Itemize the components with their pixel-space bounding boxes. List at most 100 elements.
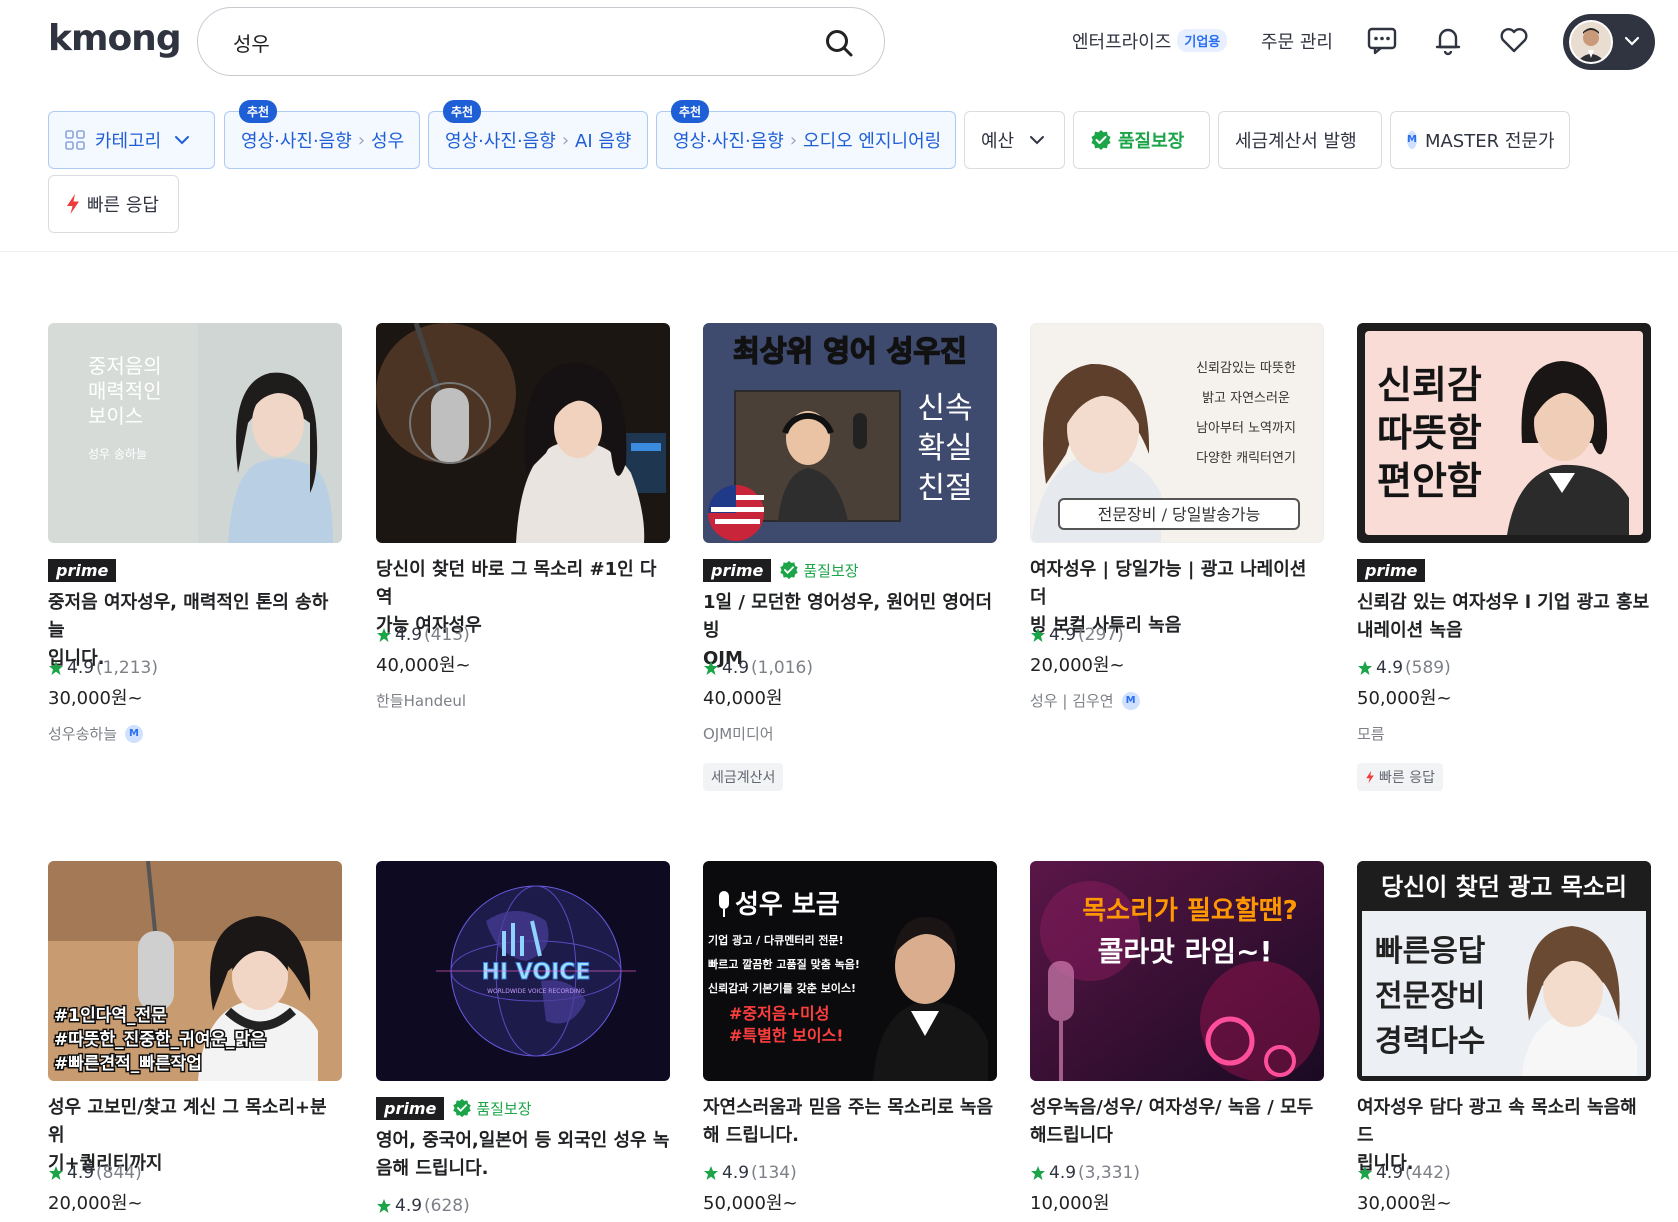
seller-label: 모름 [1357,725,1385,743]
lightning-icon [67,194,79,214]
gig-title-line: 해 드립니다. [703,1125,799,1146]
filter-bar: 카테고리 추천 영상·사진·음향 › 성우 추천 영상·사진·음향 › AI 음향 추천… [0,100,1678,252]
review-count: (589) [1405,658,1451,678]
thumb-text: 확실 [917,431,972,466]
thumb-text: 당신이 찾던 광고 목소리 [1381,873,1627,901]
seller-name[interactable]: 성우송하늘 M [48,723,144,744]
recommended-tag: 추천 [443,100,482,123]
profile-menu[interactable] [1563,14,1655,70]
chevron-down-icon [1030,136,1045,145]
thumb-text: 친절 [917,471,972,506]
quality-badge: 품질보장 [452,1098,532,1119]
tag-label: 빠른 응답 [1379,770,1435,786]
gig-title-line: 해드립니다 [1030,1125,1113,1146]
gig-thumbnail[interactable]: 성우 보금 기업 광고 / 다큐멘터리 전문! 빠르고 깔끔한 고품질 맞춤 녹… [703,861,997,1081]
recommended-tag: 추천 [239,100,278,123]
master-label: MASTER 전문가 [1424,131,1555,152]
gig-price: 20,000원~ [1030,655,1125,676]
quality-label: 품질보장 [803,561,859,580]
chat-icon[interactable] [1366,24,1398,56]
master-badge-icon: M [125,724,144,743]
thumb-text: 기업 광고 / 다큐멘터리 전문! [708,933,844,947]
gig-title-line: 신뢰감 있는 여자성우 l 기업 광고 홍보 [1357,592,1650,613]
thumb-text: WORLDWIDE VOICE RECORDING [487,988,585,995]
thumb-text: 콜라맛 라임~! [1098,935,1273,968]
thumb-text: 경력다수 [1375,1024,1485,1059]
gig-price: 40,000원 [703,688,783,709]
kmong-logo[interactable]: kmong [48,18,182,59]
filter-category-label: 영상·사진·음향 [673,131,784,152]
review-count: (134) [751,1163,797,1183]
gig-price: 30,000원~ [1357,1193,1452,1214]
seller-name[interactable]: 한들Handeul [376,690,466,711]
fast-label: 빠른 응답 [87,195,159,216]
thumb-text: 목소리가 필요할땐? [1082,896,1298,926]
rating-value: 4.9 [67,1163,95,1183]
quality-check-icon [780,560,799,580]
seller-name[interactable]: 모름 [1357,723,1385,744]
review-count: (3,331) [1078,1163,1140,1183]
gig-thumbnail[interactable]: 신뢰감있는 따뜻한 밝고 자연스러운 남아부터 노역까지 다양한 캐릭터연기 전… [1030,323,1324,543]
recommended-filter-audio-engineering[interactable]: 추천 영상·사진·음향 › 오디오 엔지니어링 [656,100,956,169]
card-badges: prime [48,556,117,584]
filter-sub-label: AI 음향 [575,131,632,152]
gig-title[interactable]: 자연스러움과 믿음 주는 목소리로 녹음 해 드립니다. [703,1094,997,1150]
seller-name[interactable]: 성우 | 김우연 M [1030,690,1140,711]
search-input[interactable] [233,26,793,58]
budget-filter[interactable]: 예산 [964,111,1065,169]
quality-filter[interactable]: 품질보장 [1073,111,1210,169]
category-filter[interactable]: 카테고리 [48,111,215,169]
gig-thumbnail[interactable]: 목소리가 필요할땐? 콜라맛 라임~! [1030,861,1324,1081]
card-badges: prime 품질보장 [703,556,859,584]
grid-icon [65,130,85,150]
gig-title-line: 음해 드립니다. [376,1158,489,1179]
enterprise-link[interactable]: 엔터프라이즈 기업용 [1072,28,1228,54]
tax-invoice-filter[interactable]: 세금계산서 발행 [1218,111,1382,169]
rating-value: 4.9 [1376,1163,1404,1183]
search-bar[interactable] [197,7,885,76]
fast-response-filter[interactable]: 빠른 응답 [48,175,179,233]
gig-thumbnail[interactable] [376,323,670,543]
budget-label: 예산 [981,131,1015,152]
rating-value: 4.9 [1049,1163,1077,1183]
gig-rating: 4.9 (413) [376,625,470,645]
search-icon[interactable] [824,28,854,58]
orders-link[interactable]: 주문 관리 [1261,28,1333,54]
gig-title[interactable]: 영어, 중국어,일본어 등 외국인 성우 녹 음해 드립니다. [376,1127,670,1183]
gig-thumbnail[interactable]: 신뢰감 따뜻함 편안함 [1357,323,1651,543]
gig-thumbnail[interactable]: HI VOICE WORLDWIDE VOICE RECORDING [376,861,670,1081]
thumb-text: 빠르고 깔끔한 고품질 맞춤 녹음! [708,957,860,971]
thumb-text: 보이스 [88,404,143,428]
review-count: (442) [1405,1163,1451,1183]
recommended-filter-ai-audio[interactable]: 추천 영상·사진·음향 › AI 음향 [428,100,648,169]
rating-value: 4.9 [1049,625,1077,645]
quality-check-icon [1091,130,1111,150]
thumb-text: 최상위 영어 성우진 [733,334,967,368]
seller-label: 한들Handeul [376,692,467,710]
thumb-text: 신뢰감과 기본기를 갖춘 보이스! [708,981,856,995]
gig-thumbnail[interactable]: 당신이 찾던 광고 목소리 빠른응답 전문장비 경력다수 [1357,861,1651,1081]
gig-thumbnail[interactable]: 최상위 영어 성우진 신속 확실 친절 [703,323,997,543]
thumb-text: 성우 보금 [735,890,840,920]
gig-rating: 4.9 (3,331) [1030,1163,1140,1183]
thumb-text: 신뢰감 [1377,363,1482,407]
bell-icon[interactable] [1432,24,1464,56]
gig-thumbnail[interactable]: 중저음의 매력적인 보이스 성우 송하늘 [48,323,342,543]
star-icon [49,661,63,675]
prime-badge: prime [1357,558,1426,582]
star-icon [377,1199,391,1213]
gig-title[interactable]: 성우녹음/성우/ 여자성우/ 녹음 / 모두 해드립니다 [1030,1094,1324,1150]
heart-icon[interactable] [1498,24,1530,56]
thumb-text: 성우 송하늘 [88,447,147,461]
tax-invoice-tag: 세금계산서 [703,763,784,791]
quality-label: 품질보장 [476,1099,532,1118]
seller-name[interactable]: OJM미디어 [703,723,774,744]
recommended-filter-voice-actor[interactable]: 추천 영상·사진·음향 › 성우 [224,100,420,169]
gig-thumbnail[interactable]: #1인다역_전문 #따뜻한_진중한_귀여운_맑은 #빠른견적_빠른작업 [48,861,342,1081]
master-expert-filter[interactable]: M MASTER 전문가 [1390,111,1570,169]
gig-title[interactable]: 신뢰감 있는 여자성우 l 기업 광고 홍보 내레이션 녹음 [1357,589,1651,645]
gig-price: 40,000원~ [376,655,471,676]
avatar-image [1571,22,1611,62]
thumb-text: #1인다역_전문 [54,1006,167,1026]
gig-title-line: 당신이 찾던 바로 그 목소리 #1인 다역 [376,559,657,608]
